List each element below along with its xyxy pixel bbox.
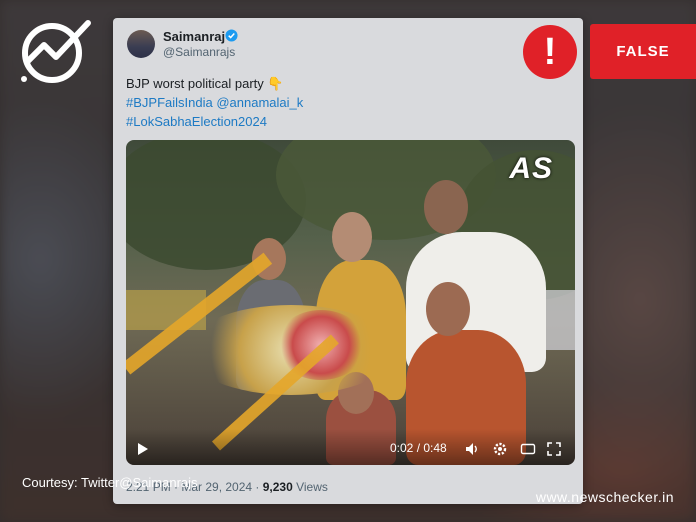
tweet-text-line: BJP worst political party [126, 76, 264, 91]
play-icon[interactable] [138, 443, 148, 455]
settings-icon[interactable] [492, 441, 508, 457]
verdict-badge: FALSE [590, 24, 696, 79]
captions-icon[interactable] [520, 441, 536, 457]
hashtag-link[interactable]: #LokSabhaElection2024 [126, 114, 267, 129]
person-head [424, 180, 468, 234]
person-head [332, 212, 372, 262]
video-time: 0:02 / 0:48 [390, 441, 447, 455]
avatar[interactable] [127, 30, 155, 58]
site-url: www.newschecker.in [535, 489, 674, 505]
pointing-down-icon: 👇 [267, 76, 284, 91]
video-controls: 0:02 / 0:48 [126, 429, 575, 465]
hashtag-link[interactable]: #BJPFailsIndia [126, 95, 213, 110]
display-name[interactable]: Saimanraj [163, 29, 225, 44]
video-player[interactable]: AS 0:02 / 0:48 [126, 140, 575, 465]
tweet-text: BJP worst political party 👇 #BJPFailsInd… [126, 74, 303, 131]
fullscreen-icon[interactable] [546, 441, 562, 457]
tweet-card: Saimanraj @Saimanrajs BJP worst politica… [113, 18, 583, 504]
views-label: Views [292, 480, 328, 494]
volume-icon[interactable] [464, 441, 480, 457]
newschecker-logo-icon [21, 20, 91, 83]
alert-icon: ! [523, 25, 577, 79]
courtesy-credit: Courtesy: Twitter@Saimanrajs [22, 475, 198, 490]
views-count: 9,230 [262, 480, 293, 494]
mention-link[interactable]: @annamalai_k [216, 95, 303, 110]
user-handle[interactable]: @Saimanrajs [163, 45, 235, 59]
video-watermark: AS [509, 152, 553, 185]
person-head [426, 282, 470, 336]
verified-badge-icon [225, 29, 238, 42]
